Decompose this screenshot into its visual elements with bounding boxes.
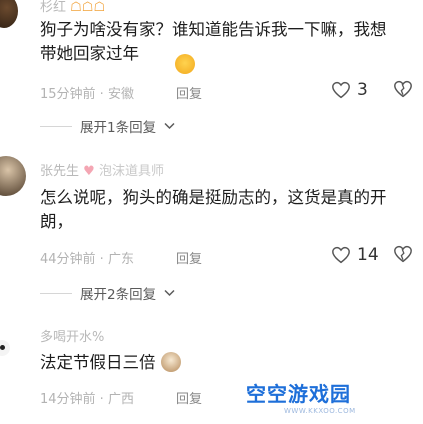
heart-dislike-icon	[394, 80, 412, 98]
comment-meta: 44分钟前 · 广东	[40, 252, 134, 267]
watermark-url: WWW.KKXOO.COM	[284, 407, 356, 415]
crying-emoji-icon	[175, 54, 195, 74]
avatar-dot	[0, 345, 5, 350]
badge-icon: ♥	[83, 164, 95, 179]
avatar[interactable]	[0, 0, 18, 28]
dislike-button[interactable]	[393, 80, 413, 102]
like-count: 14	[357, 245, 379, 265]
dog-emoji-icon	[160, 352, 181, 372]
expand-replies-button[interactable]: 展开1条回复	[40, 116, 175, 136]
watermark-title: 空空游戏园	[246, 382, 351, 406]
comment-meta: 15分钟前 · 安徽	[40, 87, 134, 102]
heart-outline-icon	[332, 81, 350, 99]
badge-icon: ☖☖☖	[70, 0, 106, 15]
like-button[interactable]: 3	[331, 80, 368, 100]
comment-text: 狗子为啥没有家？谁知道能告诉我一下嘛，我想带她回家过年	[40, 20, 387, 63]
chevron-down-icon	[164, 289, 175, 297]
comment-username[interactable]: 张先生 ♥ 泡沫道具师	[40, 160, 164, 179]
avatar[interactable]	[0, 340, 10, 356]
heart-outline-icon	[332, 246, 350, 264]
comment-username[interactable]: 多喝开水%	[40, 326, 104, 345]
like-button[interactable]: 14	[331, 245, 379, 265]
comment-meta: 14分钟前 · 广西	[40, 392, 134, 407]
comment-text: 法定节假日三倍	[40, 351, 400, 375]
chevron-down-icon	[164, 122, 175, 130]
avatar[interactable]	[0, 156, 26, 196]
divider	[40, 125, 72, 127]
heart-dislike-icon	[394, 245, 412, 263]
expand-replies-button[interactable]: 展开2条回复	[40, 283, 175, 303]
like-count: 3	[357, 80, 368, 100]
reply-button[interactable]: 回复	[176, 388, 202, 407]
dislike-button[interactable]	[393, 245, 413, 267]
reply-button[interactable]: 回复	[176, 83, 202, 102]
comment-username[interactable]: 杉红 ☖☖☖	[40, 0, 105, 15]
divider	[40, 292, 72, 294]
comment-text: 怎么说呢，狗头的确是挺励志的，这货是真的开朗，	[40, 188, 387, 231]
reply-button[interactable]: 回复	[176, 248, 202, 267]
watermark-logo: 空空游戏园 WWW.KKXOO.COM	[246, 378, 406, 422]
